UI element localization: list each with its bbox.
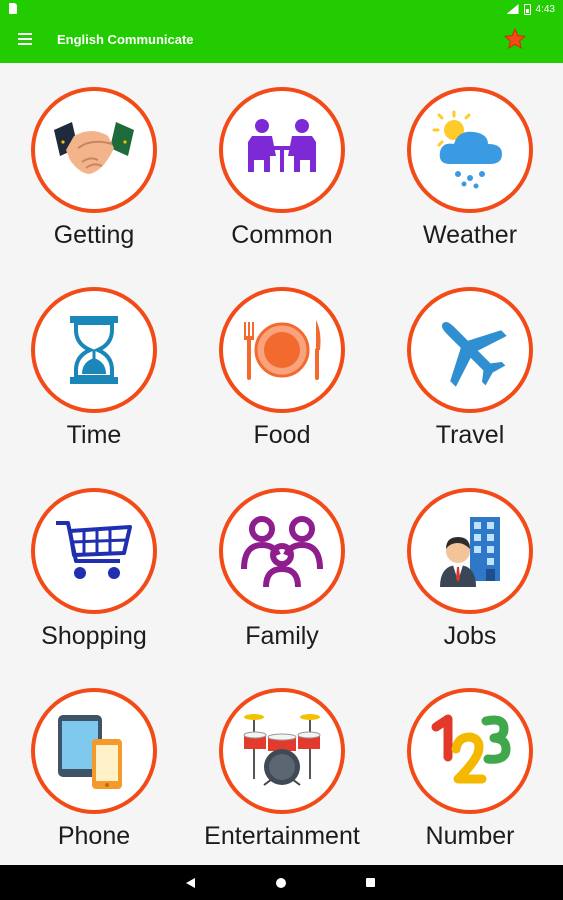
category-label: Food (253, 421, 311, 449)
battery-icon (523, 3, 531, 15)
category-label: Phone (57, 822, 131, 850)
category-icon-ring (219, 488, 345, 614)
status-time: 4:43 (535, 3, 555, 15)
category-label: Entertainment (204, 822, 360, 850)
menu-icon-line (18, 38, 32, 40)
category-icon-ring (407, 287, 533, 413)
category-icon-ring (407, 488, 533, 614)
category-icon-ring (31, 488, 157, 614)
shopping-cart-icon (56, 521, 132, 579)
recent-apps-icon[interactable] (362, 874, 380, 892)
airplane-icon (441, 321, 507, 387)
weather-cloud-icon (432, 110, 502, 189)
menu-button[interactable] (18, 33, 32, 45)
menu-icon-line (18, 43, 32, 45)
category-label: Weather (422, 221, 518, 249)
businessman-icon (440, 517, 500, 587)
category-icon-ring (407, 688, 533, 814)
tablet-phone-icon (58, 715, 122, 789)
drum-kit-icon (243, 714, 321, 786)
category-number[interactable]: Number (376, 664, 563, 864)
category-entertainment[interactable]: Entertainment (188, 664, 376, 864)
category-label: Common (231, 221, 333, 249)
category-jobs[interactable]: Jobs (376, 464, 563, 664)
category-icon-ring (407, 87, 533, 213)
menu-icon-line (18, 33, 32, 35)
category-travel[interactable]: Travel (376, 263, 563, 463)
category-icon-ring (31, 87, 157, 213)
category-icon-ring (219, 87, 345, 213)
category-getting[interactable]: Getting (0, 63, 188, 263)
status-bar: 4:43 (0, 0, 563, 18)
category-time[interactable]: Time (0, 263, 188, 463)
category-icon-ring (219, 688, 345, 814)
plate-cutlery-icon (244, 320, 321, 380)
category-label: Number (425, 822, 515, 850)
category-label: Travel (435, 421, 505, 449)
system-nav-bar (0, 865, 563, 900)
category-weather[interactable]: Weather (376, 63, 563, 263)
app-title: English Communicate (57, 32, 194, 47)
home-icon[interactable] (272, 874, 290, 892)
sd-card-icon (9, 3, 17, 14)
category-label: Jobs (443, 622, 497, 650)
signal-icon (506, 4, 519, 14)
star-icon[interactable] (503, 27, 527, 51)
category-phone[interactable]: Phone (0, 664, 188, 864)
category-family[interactable]: Family (188, 464, 376, 664)
category-label: Family (245, 622, 319, 650)
app-bar: English Communicate (0, 18, 563, 63)
numbers-123-icon (431, 714, 511, 784)
category-label: Shopping (41, 622, 147, 650)
family-icon (241, 516, 323, 588)
handshake-icon (54, 122, 134, 174)
category-icon-ring (31, 287, 157, 413)
category-label: Time (66, 421, 122, 449)
category-food[interactable]: Food (188, 263, 376, 463)
conversation-icon (248, 119, 316, 172)
category-icon-ring (31, 688, 157, 814)
back-icon[interactable] (183, 874, 201, 892)
category-shopping[interactable]: Shopping (0, 464, 188, 664)
category-label: Getting (53, 221, 135, 249)
category-common[interactable]: Common (188, 63, 376, 263)
hourglass-icon (70, 316, 118, 384)
category-icon-ring (219, 287, 345, 413)
category-grid: Getting Common Weather Time Food Travel … (0, 63, 563, 865)
